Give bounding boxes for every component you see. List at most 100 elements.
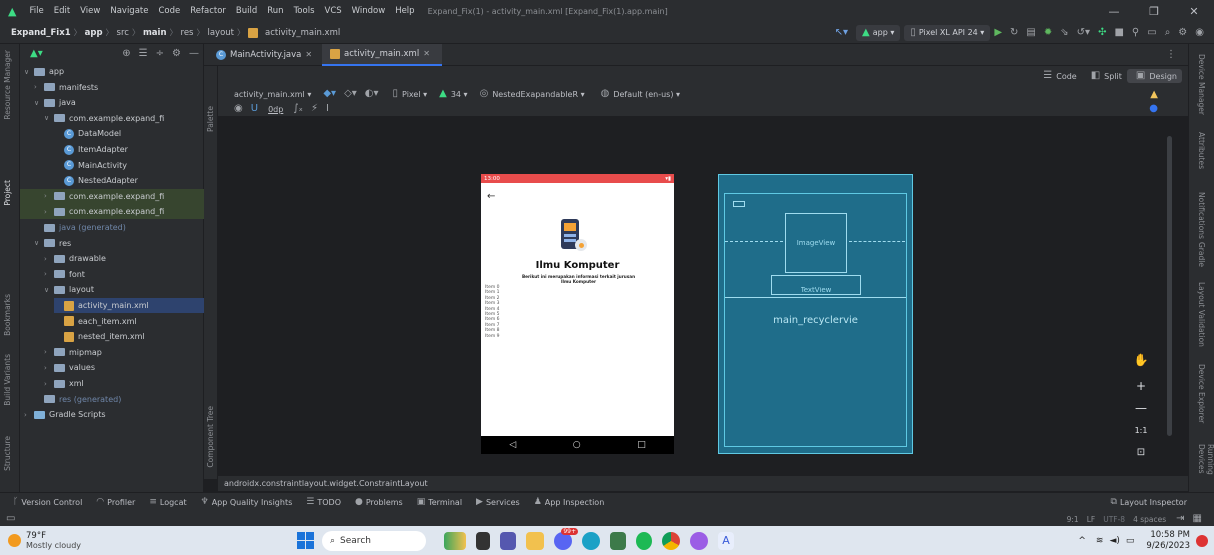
attach-debugger-icon[interactable]: ⇘: [1060, 27, 1068, 38]
task-view-icon[interactable]: [476, 531, 490, 550]
phone-list-item[interactable]: Item 1: [485, 290, 500, 295]
api-level-select[interactable]: ▲ 34 ▾: [435, 89, 467, 99]
canvas-scrollbar[interactable]: [1167, 136, 1172, 436]
sdk-manager-icon[interactable]: ▭: [1147, 27, 1156, 38]
tree-item[interactable]: › font: [44, 267, 204, 282]
layout-inspector-tab[interactable]: ⧉ Layout Inspector: [1104, 498, 1195, 508]
layout-validation-tab[interactable]: Layout Validation: [1197, 282, 1206, 347]
widgets-app-icon[interactable]: [444, 531, 466, 550]
locale-select[interactable]: ◍ Default (en-us) ▾: [597, 89, 680, 99]
menu-navigate[interactable]: Navigate: [105, 6, 153, 16]
stop-icon[interactable]: ■: [1114, 27, 1123, 38]
tab-close-icon[interactable]: ✕: [423, 50, 430, 58]
expand-selected-icon[interactable]: ÷: [156, 49, 164, 59]
more-tabs-icon[interactable]: ⋮: [1166, 50, 1176, 60]
phone-preview[interactable]: 13:00 ▾▮ ← Ilmu Komputer Berikut ini mer…: [481, 174, 674, 454]
settings-gear-icon[interactable]: ⚙: [1178, 27, 1187, 38]
menu-edit[interactable]: Edit: [49, 6, 75, 16]
chrome-browser-icon[interactable]: [662, 531, 680, 550]
tree-item[interactable]: res (generated): [34, 392, 204, 407]
nav-back-icon[interactable]: ◁: [509, 440, 516, 450]
tree-item[interactable]: C MainActivity: [54, 158, 204, 173]
show-hidden-icons-icon[interactable]: ^: [1078, 536, 1086, 546]
select-opened-file-icon[interactable]: ⊕: [122, 49, 130, 59]
caret-position[interactable]: 9:1: [1067, 515, 1079, 524]
hide-icon[interactable]: —: [189, 49, 199, 59]
expand-chevron-icon[interactable]: ∨: [44, 114, 54, 122]
back-arrow-icon[interactable]: ←: [487, 191, 495, 202]
menu-view[interactable]: View: [75, 6, 105, 16]
collapse-chevron-icon[interactable]: ›: [44, 270, 54, 278]
menu-run[interactable]: Run: [262, 6, 288, 16]
device-explorer-tab[interactable]: Device Explorer: [1197, 364, 1206, 423]
breadcrumb-src[interactable]: src: [114, 28, 132, 38]
run-config-select[interactable]: ▲ app ▾: [856, 24, 901, 41]
zoom-in-button[interactable]: +: [1126, 375, 1156, 397]
tree-item[interactable]: › com.example.expand_fi: [20, 204, 204, 220]
status-window-icon[interactable]: ▭: [6, 514, 15, 524]
design-surface-icon[interactable]: ◆▾: [323, 89, 336, 99]
tab-close-icon[interactable]: ✕: [305, 51, 312, 59]
resource-manager-tab[interactable]: Resource Manager: [3, 50, 12, 120]
account-icon[interactable]: ◉: [1195, 27, 1204, 38]
file-encoding[interactable]: UTF-8: [1103, 515, 1125, 524]
expand-chevron-icon[interactable]: ∨: [34, 99, 44, 107]
design-view-button[interactable]: ▣ Design: [1126, 69, 1182, 83]
structure-tab[interactable]: Structure: [3, 436, 12, 471]
menu-code[interactable]: Code: [153, 6, 185, 16]
clear-constraints-icon[interactable]: ∫ₓ: [293, 104, 303, 114]
sync-gradle-icon[interactable]: ✣: [1098, 27, 1106, 38]
spotify-app-icon[interactable]: [636, 531, 652, 550]
android-view-icon[interactable]: ▲▾: [30, 49, 43, 59]
info-icon[interactable]: ●: [1149, 104, 1158, 114]
tree-item[interactable]: activity_main.xml: [54, 298, 204, 313]
options-gear-icon[interactable]: ⚙: [172, 49, 181, 59]
device-select[interactable]: ▯ Pixel XL API 24 ▾: [904, 24, 991, 41]
autoconnect-magnet-icon[interactable]: U: [251, 104, 258, 114]
zoom-actual-button[interactable]: 1:1: [1126, 419, 1156, 441]
infer-constraints-icon[interactable]: ⚡: [311, 104, 318, 114]
file-explorer-icon[interactable]: [526, 531, 544, 550]
debug-icon[interactable]: ✹: [1044, 27, 1052, 38]
breadcrumb-project[interactable]: Expand_Fix1: [8, 28, 74, 38]
logcat-tab[interactable]: ≡ Logcat: [142, 498, 193, 508]
apply-changes-icon[interactable]: ↺▾: [1077, 27, 1090, 38]
tree-item[interactable]: ∨ java: [34, 95, 204, 110]
volume-icon[interactable]: ◄): [1109, 536, 1119, 546]
device-config-select[interactable]: ▯ Pixel ▾: [389, 89, 428, 99]
theme-select[interactable]: ◎ NestedExapandableR ▾: [476, 89, 585, 99]
version-control-tab[interactable]: ᚴ Version Control: [6, 498, 89, 508]
project-tab[interactable]: Project: [3, 180, 12, 206]
tree-item[interactable]: ∨ app: [24, 64, 204, 79]
tree-item[interactable]: C ItemAdapter: [54, 142, 204, 157]
line-separator[interactable]: LF: [1087, 515, 1096, 524]
close-icon[interactable]: ✕: [1174, 5, 1214, 18]
editor-tab-activity-main[interactable]: activity_main.xml ✕: [322, 44, 442, 66]
tree-item[interactable]: › Gradle Scripts: [24, 407, 204, 422]
whatsapp-app-icon[interactable]: [690, 531, 708, 550]
clock[interactable]: 10:58 PM 9/26/2023: [1146, 530, 1190, 552]
blueprint-preview[interactable]: ImageView TextView main_recyclervie: [718, 174, 913, 454]
palette-tab[interactable]: Palette: [206, 106, 215, 132]
attributes-tab[interactable]: Attributes: [1197, 132, 1206, 169]
pan-hand-icon[interactable]: ✋: [1126, 349, 1156, 371]
collapse-chevron-icon[interactable]: ›: [44, 380, 54, 388]
build-variants-tab[interactable]: Build Variants: [3, 354, 12, 406]
menu-window[interactable]: Window: [347, 6, 391, 16]
tree-item[interactable]: ∨ com.example.expand_fi: [44, 111, 204, 126]
expand-chevron-icon[interactable]: ∨: [24, 68, 34, 76]
breadcrumb-res[interactable]: res: [178, 28, 197, 38]
code-view-button[interactable]: ☰ Code: [1034, 69, 1081, 83]
search-everywhere-icon[interactable]: ⌕: [1165, 27, 1171, 38]
zoom-out-button[interactable]: —: [1126, 397, 1156, 419]
split-view-button[interactable]: ◧ Split: [1082, 69, 1127, 83]
design-canvas[interactable]: [218, 116, 1174, 479]
layout-file-select[interactable]: activity_main.xml ▾: [234, 90, 311, 99]
weather-widget[interactable]: 79°F Mostly cloudy: [8, 531, 81, 551]
notification-badge-icon[interactable]: [1196, 534, 1208, 547]
phone-list-item[interactable]: Item 9: [485, 334, 500, 339]
warning-icon[interactable]: ▲: [1150, 90, 1158, 100]
notifications-tab[interactable]: Notifications: [1197, 192, 1206, 239]
expand-chevron-icon[interactable]: ∨: [44, 286, 54, 294]
collapse-chevron-icon[interactable]: ›: [44, 348, 54, 356]
